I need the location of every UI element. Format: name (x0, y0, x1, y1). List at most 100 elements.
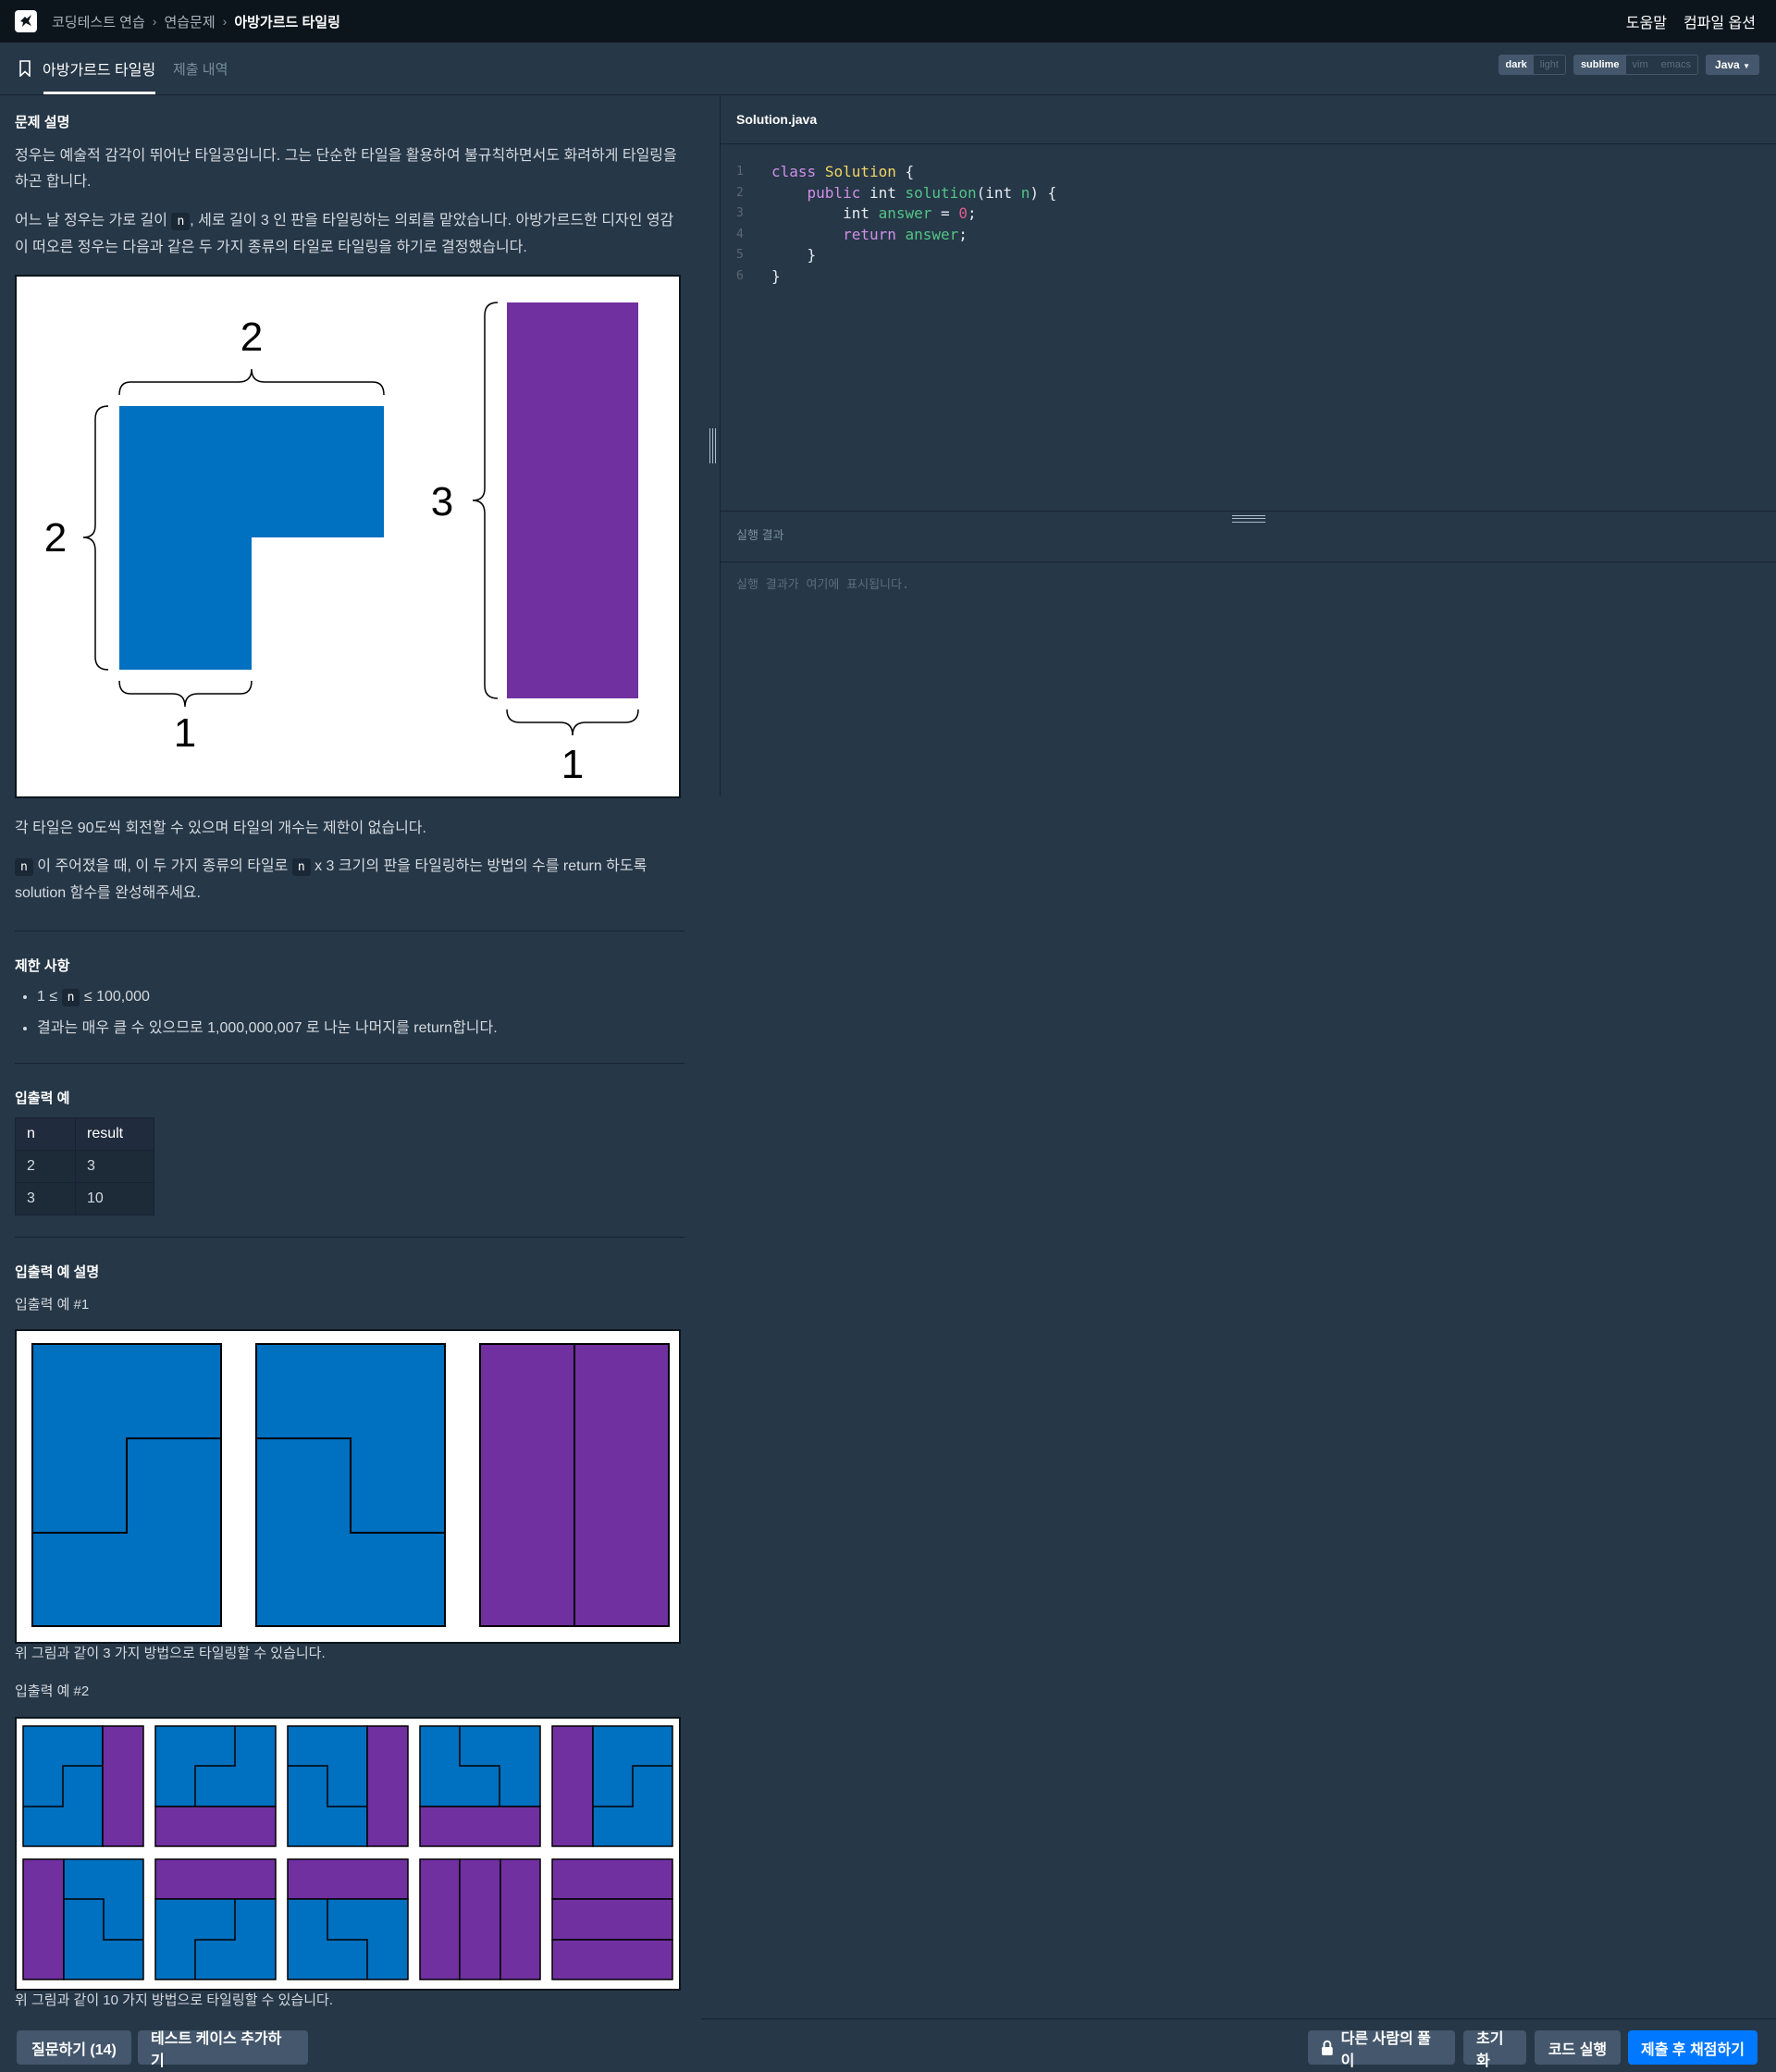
var-n-code: n (15, 858, 33, 876)
code-token: n (1020, 183, 1030, 202)
divider (701, 2018, 1776, 2019)
limits-list: 1 ≤ n ≤ 100,000 결과는 매우 클 수 있으므로 1,000,00… (15, 981, 684, 1043)
description-paragraph-4: n 이 주어졌을 때, 이 두 가지 종류의 타일로 n x 3 크기의 판을 … (15, 854, 684, 906)
table-row: 2 3 (15, 1150, 154, 1183)
io-cell: 3 (15, 1182, 76, 1215)
code-line: 6} (736, 266, 1056, 288)
code-token: return (843, 225, 896, 243)
code-token: class (771, 163, 817, 180)
line-number: 1 (736, 165, 744, 179)
example-1-caption: 위 그림과 같이 3 가지 방법으로 타일링할 수 있습니다. (15, 1646, 326, 1661)
io-example-table: n result 2 3 3 10 (15, 1117, 154, 1215)
section-title-limits: 제한 사항 (15, 958, 70, 974)
io-cell: 2 (15, 1150, 76, 1183)
others-solutions-button[interactable]: 다른 사람의 풀이 (1308, 2030, 1455, 2069)
code-token: int (843, 204, 870, 222)
breadcrumb-coding-test[interactable]: 코딩테스트 연습 (52, 12, 145, 31)
code-token: } (807, 246, 817, 264)
line-number: 4 (736, 227, 744, 241)
submit-button[interactable]: 제출 후 채점하기 (1628, 2030, 1758, 2065)
tiling-purple-bar (479, 1343, 575, 1627)
table-row: 3 10 (15, 1182, 154, 1215)
result-title: 실행 결과 (736, 528, 784, 542)
line-number: 6 (736, 268, 744, 283)
code-token: { (895, 163, 915, 180)
divider (721, 561, 1776, 562)
keymap-vim-option[interactable]: vim (1625, 56, 1655, 74)
l-tile-width-label: 2 (240, 314, 263, 360)
code-token: public (807, 183, 861, 202)
theme-light-option[interactable]: light (1533, 56, 1565, 74)
divider (15, 1063, 684, 1064)
code-token: ; (958, 225, 968, 243)
var-n-code: n (61, 989, 80, 1006)
bar-tile-width-label: 1 (561, 742, 584, 787)
horizontal-resize-handle[interactable] (1232, 515, 1265, 523)
example-1-figure (15, 1329, 681, 1644)
run-code-button[interactable]: 코드 실행 (1535, 2030, 1621, 2065)
breadcrumb: 코딩테스트 연습 › 연습문제 › 아방가르드 타일링 (52, 12, 340, 31)
limit-item-1: 1 ≤ n ≤ 100,000 (37, 981, 684, 1013)
breadcrumb-current: 아방가르드 타일링 (234, 14, 340, 31)
theme-toggle: dark light (1498, 55, 1566, 75)
ask-question-button[interactable]: 질문하기 (14) (17, 2030, 131, 2065)
p4-text-a: 이 주어졌을 때, 이 두 가지 종류의 타일로 (37, 858, 289, 874)
chevron-right-icon: › (152, 14, 157, 29)
reset-button[interactable]: 초기화 (1463, 2030, 1526, 2069)
code-token: 0 (958, 204, 968, 222)
keymap-sublime-option[interactable]: sublime (1573, 56, 1626, 74)
code-token: int (869, 183, 896, 202)
code-token: Solution (824, 163, 896, 180)
limit1-text-b: ≤ 100,000 (83, 989, 150, 1005)
l-tile-foot-label: 1 (174, 710, 196, 756)
code-line: 2 public int solution(int n) { (736, 183, 1056, 204)
panel-divider (720, 95, 721, 796)
var-n-code: n (291, 858, 311, 876)
tab-submissions[interactable]: 제출 내역 (173, 43, 228, 94)
section-title-io-desc: 입출력 예 설명 (15, 1264, 100, 1280)
example-2-diagram (22, 1725, 673, 1980)
theme-dark-option[interactable]: dark (1498, 56, 1534, 74)
description-paragraph-3: 각 타일은 90도씩 회전할 수 있으며 타일의 개수는 제한이 없습니다. (15, 820, 426, 836)
help-link[interactable]: 도움말 (1626, 10, 1667, 32)
tab-problem[interactable]: 아방가르드 타일링 (18, 43, 156, 94)
keymap-emacs-option[interactable]: emacs (1654, 56, 1698, 74)
example-1-diagram (31, 1343, 670, 1627)
section-title-description: 문제 설명 (15, 115, 70, 130)
tile-types-figure: 2 2 1 3 1 (15, 275, 681, 798)
bookmark-icon[interactable] (18, 60, 31, 77)
example-1-title: 입출력 예 #1 (15, 1297, 90, 1313)
line-number: 3 (736, 206, 744, 220)
code-token: = (931, 204, 959, 222)
limit-item-2: 결과는 매우 클 수 있으므로 1,000,000,007 로 나눈 나머지를 … (37, 1013, 684, 1043)
code-token: ; (967, 204, 977, 222)
io-table-wrap: n result 2 3 3 10 (15, 1117, 684, 1215)
example-2-caption: 위 그림과 같이 10 가지 방법으로 타일링할 수 있습니다. (15, 1992, 333, 2008)
code-token: answer (878, 204, 932, 222)
top-navigation-bar: 코딩테스트 연습 › 연습문제 › 아방가르드 타일링 도움말 컴파일 옵션 (0, 0, 1776, 43)
p2-text-a: 어느 날 정우는 가로 길이 (15, 213, 167, 228)
breadcrumb-practice[interactable]: 연습문제 (164, 12, 215, 31)
editor-result-divider (721, 511, 1776, 512)
programmers-logo-icon[interactable] (15, 10, 37, 32)
example-2-title: 입출력 예 #2 (15, 1684, 90, 1699)
vertical-resize-handle[interactable] (708, 428, 717, 463)
lock-icon (1321, 2040, 1333, 2055)
code-line: 3 int answer = 0; (736, 204, 1056, 225)
add-testcase-button[interactable]: 테스트 케이스 추가하기 (138, 2030, 308, 2069)
code-line: 5 } (736, 245, 1056, 266)
io-cell: 3 (75, 1150, 154, 1183)
line-number: 2 (736, 185, 744, 200)
l-tile-shape (119, 406, 384, 670)
compile-options-link[interactable]: 컴파일 옵션 (1684, 10, 1756, 32)
description-paragraph-1: 정우는 예술적 감각이 뛰어난 타일공입니다. 그는 단순한 타일을 활용하여 … (15, 148, 677, 190)
language-select[interactable]: Java ▼ (1706, 55, 1759, 75)
limit1-text-a: 1 ≤ (37, 989, 58, 1005)
bar-tile-shape (507, 302, 638, 698)
code-editor[interactable]: 1 class Solution { 2 public int solution(… (736, 162, 1056, 287)
divider (721, 143, 1776, 144)
code-token: int (985, 183, 1013, 202)
